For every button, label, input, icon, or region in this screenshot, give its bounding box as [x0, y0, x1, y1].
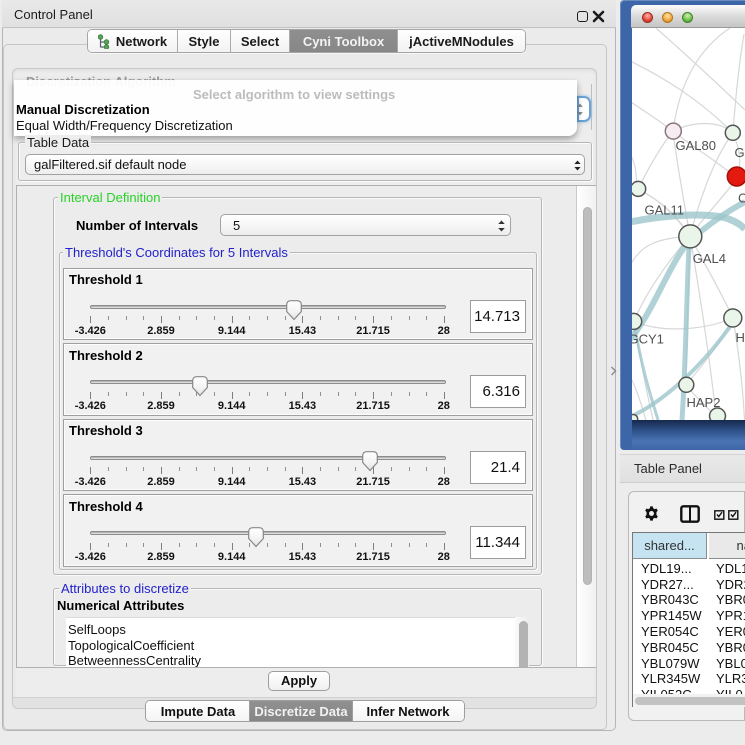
svg-text:C: C [738, 191, 745, 206]
svg-text:GAL80: GAL80 [676, 138, 716, 153]
svg-text:GAL4: GAL4 [693, 251, 726, 266]
svg-text:HAP2: HAP2 [687, 395, 721, 410]
svg-text:G...: G... [735, 145, 745, 160]
svg-text:GAL11: GAL11 [645, 203, 685, 218]
svg-text:GCY1: GCY1 [632, 332, 664, 347]
svg-text:H: H [736, 330, 745, 345]
